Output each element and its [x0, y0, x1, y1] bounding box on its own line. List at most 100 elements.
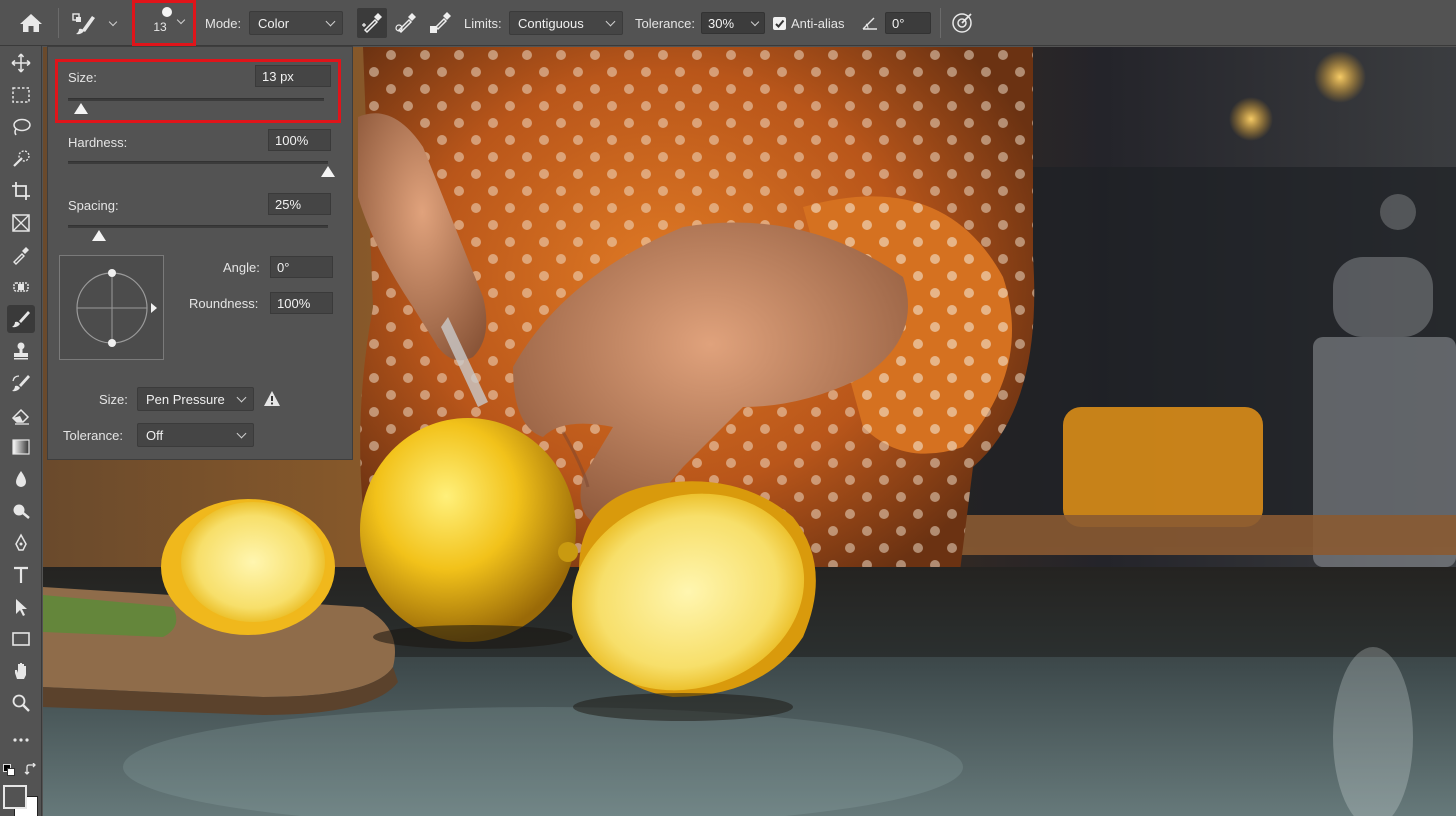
eyedropper-swatch-icon: [430, 12, 451, 33]
history-brush-tool[interactable]: [7, 369, 35, 397]
brush-angle-value: 0°: [892, 15, 905, 31]
chevron-down-icon: [236, 428, 247, 438]
type-tool[interactable]: [7, 561, 35, 589]
brush-preset-panel: Size: 13 px Hardness: 100% Spacing: 25% …: [47, 46, 353, 460]
home-button[interactable]: [18, 0, 44, 46]
highlight-brush-picker: [132, 0, 196, 46]
chevron-down-icon: [236, 392, 247, 402]
lasso-tool[interactable]: [7, 113, 35, 141]
stamp-icon: [14, 342, 28, 360]
limits-dropdown[interactable]: Contiguous: [509, 11, 623, 35]
dodge-tool[interactable]: [7, 497, 35, 525]
tolerance-control-dropdown[interactable]: Off: [137, 423, 254, 447]
brush-angle-field[interactable]: 0°: [885, 12, 931, 34]
frame-tool[interactable]: [7, 209, 35, 237]
limits-value: Contiguous: [518, 15, 584, 31]
spacing-field[interactable]: 25%: [268, 193, 331, 215]
eyedropper-tool[interactable]: [7, 241, 35, 269]
more-tools[interactable]: [7, 726, 35, 754]
chevron-down-icon: [325, 16, 336, 26]
tool-preset-picker[interactable]: [70, 0, 118, 46]
tools-panel: [0, 46, 42, 816]
eyedropper-continuous-icon: [362, 13, 382, 34]
antialias-checkbox[interactable]: [773, 16, 786, 30]
hardness-value: 100%: [275, 132, 309, 148]
spacing-value: 25%: [275, 196, 302, 212]
angle-label: Angle:: [223, 260, 260, 275]
size-control-dropdown[interactable]: Pen Pressure: [137, 387, 254, 411]
gradient-icon: [12, 439, 30, 455]
spacing-slider-thumb[interactable]: [92, 230, 107, 241]
eyedropper-once-icon: [395, 13, 416, 34]
hardness-field[interactable]: 100%: [268, 129, 331, 151]
arrow-select-icon: [16, 599, 27, 616]
hand-icon: [15, 663, 26, 679]
limits-label: Limits:: [464, 15, 502, 31]
default-colors-icon[interactable]: [3, 764, 15, 776]
blur-drop-icon: [16, 471, 26, 487]
swap-colors-icon[interactable]: [24, 762, 38, 780]
rectangle-tool[interactable]: [7, 625, 35, 653]
hardness-slider-thumb[interactable]: [321, 166, 335, 177]
pressure-size-icon: [952, 13, 972, 33]
pressure-size-button[interactable]: [950, 0, 974, 46]
color-replacement-brush-icon: [72, 13, 95, 35]
roundness-label: Roundness:: [189, 296, 259, 311]
path-selection-tool[interactable]: [7, 593, 35, 621]
zoom-icon: [12, 694, 30, 712]
checkmark-icon: [775, 19, 785, 28]
eyedropper-icon: [13, 247, 29, 265]
home-icon: [20, 14, 42, 32]
sampling-background-swatch-button[interactable]: [428, 0, 452, 46]
chevron-down-icon: [750, 17, 760, 26]
spacing-label: Spacing:: [68, 198, 119, 213]
angle-field[interactable]: 0°: [270, 256, 333, 278]
dynamics-size-label: Size:: [99, 392, 128, 407]
ellipsis-icon: [13, 738, 29, 742]
frame-icon: [12, 214, 30, 232]
sampling-once-button[interactable]: [394, 0, 418, 46]
warning-icon[interactable]: [263, 390, 281, 410]
angle-roundness-circle-icon: [76, 269, 157, 347]
roundness-value: 100%: [277, 295, 311, 311]
options-bar: 13 Mode: Color Limits: Contiguous Tolera…: [0, 0, 1456, 46]
pen-tool[interactable]: [7, 529, 35, 557]
hardness-slider-track[interactable]: [68, 161, 328, 164]
mode-value: Color: [258, 15, 290, 31]
eraser-tool[interactable]: [7, 401, 35, 429]
marquee-tool[interactable]: [7, 81, 35, 109]
tolerance-field[interactable]: 30%: [701, 12, 765, 34]
tolerance-control-value: Off: [146, 427, 164, 443]
healing-bandage-icon: [13, 282, 29, 292]
chevron-down-icon: [108, 17, 118, 26]
brush-angle-roundness-widget[interactable]: [59, 255, 164, 360]
dodge-icon: [13, 504, 30, 519]
type-icon: [14, 566, 28, 583]
sampling-continuous-button[interactable]: [357, 0, 387, 46]
crop-icon: [12, 182, 30, 200]
spacing-slider-track[interactable]: [68, 225, 328, 228]
move-tool[interactable]: [7, 49, 35, 77]
size-control-value: Pen Pressure: [146, 391, 225, 407]
foreground-color-swatch[interactable]: [3, 785, 27, 809]
hand-tool[interactable]: [7, 657, 35, 685]
history-brush-icon: [12, 375, 30, 392]
zoom-tool[interactable]: [7, 689, 35, 717]
clone-stamp-tool[interactable]: [7, 337, 35, 365]
mode-dropdown[interactable]: Color: [249, 11, 343, 35]
quick-selection-tool[interactable]: [7, 145, 35, 173]
roundness-field[interactable]: 100%: [270, 292, 333, 314]
marquee-icon: [12, 87, 30, 103]
lasso-icon: [13, 118, 31, 136]
gradient-tool[interactable]: [7, 433, 35, 461]
brush-tool[interactable]: [7, 305, 35, 333]
tolerance-label: Tolerance:: [635, 15, 695, 31]
blur-tool[interactable]: [7, 465, 35, 493]
brush-icon: [12, 311, 30, 328]
healing-brush-tool[interactable]: [7, 273, 35, 301]
pen-icon: [15, 533, 27, 551]
angle-value: 0°: [277, 259, 290, 275]
crop-tool[interactable]: [7, 177, 35, 205]
rectangle-icon: [12, 632, 30, 646]
hardness-label: Hardness:: [68, 135, 128, 150]
